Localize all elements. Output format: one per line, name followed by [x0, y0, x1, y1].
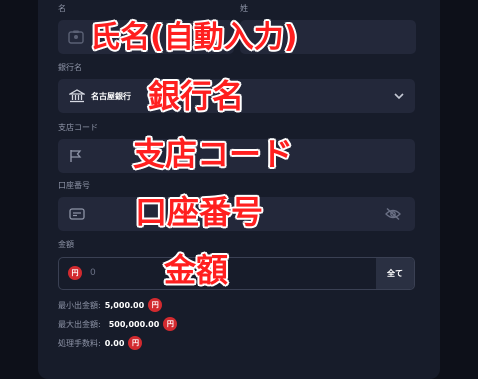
branch-code-label: 支店コード	[58, 123, 98, 132]
processing-fee-value: 0.00	[104, 338, 125, 348]
bank-icon	[69, 89, 85, 103]
max-withdrawal-label: 最大出金額:	[58, 319, 101, 329]
yen-icon: 円	[128, 336, 143, 350]
annotation-branch: 支店コード	[133, 135, 294, 173]
amount-field[interactable]: 円 0 全て	[58, 257, 415, 290]
annotation-account: 口座番号	[135, 193, 264, 231]
flag-icon	[70, 150, 82, 162]
yen-icon: 円	[68, 266, 82, 280]
annotation-amount: 金額	[164, 251, 229, 289]
account-number-label: 口座番号	[58, 181, 90, 190]
min-withdrawal-label: 最小出金額:	[58, 300, 101, 310]
max-withdrawal-value: 500,000.00	[108, 319, 160, 329]
min-withdrawal-value: 5,000.00	[104, 300, 145, 310]
bank-selected-value: 名古屋銀行	[91, 92, 131, 101]
annotation-bank: 銀行名	[148, 77, 245, 115]
processing-fee-label: 処理手数料:	[58, 338, 101, 348]
all-amount-button[interactable]: 全て	[376, 258, 414, 289]
chevron-down-icon[interactable]	[394, 92, 404, 100]
annotation-name: 氏名(自動入力)	[90, 20, 298, 55]
family-name-label: 姓	[240, 4, 248, 13]
eye-off-icon[interactable]	[385, 207, 401, 221]
bank-label: 銀行名	[58, 63, 82, 72]
id-card-icon	[68, 30, 84, 44]
card-icon	[69, 208, 85, 220]
yen-icon: 円	[163, 317, 178, 331]
given-name-label: 名	[58, 4, 66, 13]
processing-fee-row: 処理手数料: 0.00 円	[58, 336, 143, 350]
max-withdrawal-row: 最大出金額: 500,000.00 円	[58, 317, 178, 331]
amount-input[interactable]: 0	[90, 268, 96, 278]
yen-icon: 円	[148, 298, 163, 312]
min-withdrawal-row: 最小出金額: 5,000.00 円	[58, 298, 163, 312]
amount-label: 金額	[58, 240, 74, 249]
